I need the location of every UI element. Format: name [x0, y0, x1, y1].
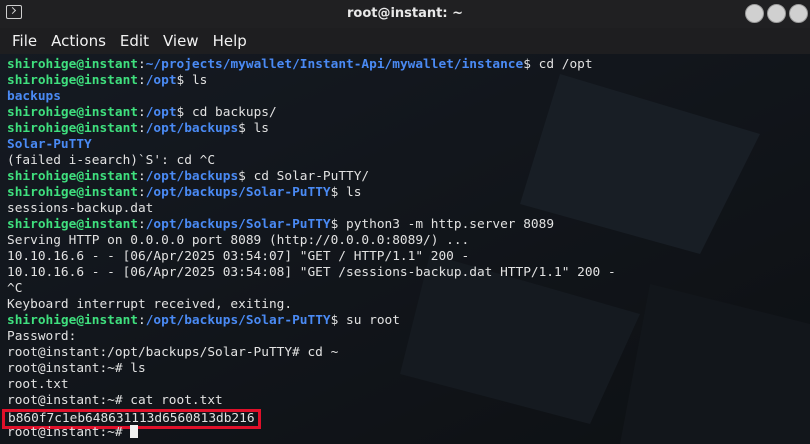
terminal-line: 10.10.16.6 - - [06/Apr/2025 03:54:08] "G…	[7, 265, 810, 281]
output-text: (failed i-search)`S': cd ^C	[7, 153, 216, 168]
terminal-line: Password:	[7, 329, 810, 345]
directory-entry: backups	[7, 89, 61, 104]
text-cursor	[130, 425, 139, 438]
terminal-line: shirohige@instant:/opt$ ls	[7, 73, 810, 89]
command-text: $ ls	[330, 185, 362, 200]
command-text: $ python3 -m http.server 8089	[330, 217, 555, 232]
prompt-user: shirohige@instant	[7, 313, 138, 328]
prompt-separator: :	[137, 57, 146, 72]
terminal-line: backups	[7, 89, 810, 105]
flag-text: b860f7c1eb648631113d6560813db216	[8, 411, 255, 426]
terminal-line: root.txt	[7, 377, 810, 393]
prompt-separator: :	[137, 105, 146, 120]
terminal-line: shirohige@instant:/opt/backups/Solar-PuT…	[7, 217, 810, 233]
prompt-path: /opt	[145, 105, 177, 120]
output-text: ^C	[7, 281, 23, 296]
terminal-line: (failed i-search)`S': cd ^C	[7, 153, 810, 169]
output-text: root@instant:/opt/backups/Solar-PuTTY# c…	[7, 345, 339, 360]
prompt-separator: :	[137, 217, 146, 232]
directory-entry: Solar-PuTTY	[7, 137, 92, 152]
terminal-line: shirohige@instant:/opt$ cd backups/	[7, 105, 810, 121]
command-text: $ cd Solar-PuTTY/	[238, 169, 370, 184]
terminal-line: Keyboard interrupt received, exiting.	[7, 297, 810, 313]
output-text: Serving HTTP on 0.0.0.0 port 8089 (http:…	[7, 233, 470, 248]
menu-view[interactable]: View	[156, 32, 206, 50]
terminal-line: root@instant:~# cat root.txt	[7, 393, 810, 409]
terminal-line: root@instant:/opt/backups/Solar-PuTTY# c…	[7, 345, 810, 361]
title-bar: root@instant: ~	[0, 0, 810, 29]
terminal-line: Serving HTTP on 0.0.0.0 port 8089 (http:…	[7, 233, 810, 249]
terminal-lines: shirohige@instant:~/projects/mywallet/In…	[2, 57, 810, 441]
prompt-user: shirohige@instant	[7, 105, 138, 120]
prompt-path: /opt/backups/Solar-PuTTY	[145, 185, 331, 200]
terminal-output[interactable]: shirohige@instant:~/projects/mywallet/In…	[0, 54, 810, 444]
prompt-path: /opt/backups/Solar-PuTTY	[145, 217, 331, 232]
terminal-line: sessions-backup.dat	[7, 201, 810, 217]
prompt-path: /opt/backups/Solar-PuTTY	[145, 313, 331, 328]
prompt-separator: :	[137, 185, 146, 200]
terminal-line: root@instant:~#	[7, 425, 810, 441]
prompt-path: /opt/backups	[145, 121, 239, 136]
command-text: $ ls	[238, 121, 269, 136]
output-text: Password:	[7, 329, 77, 344]
menu-edit[interactable]: Edit	[113, 32, 156, 50]
prompt-separator: :	[137, 169, 146, 184]
menu-bar: File Actions Edit View Help	[0, 28, 810, 54]
maximize-button[interactable]	[767, 4, 786, 23]
prompt-separator: :	[137, 121, 146, 136]
terminal-line: shirohige@instant:/opt/backups/Solar-PuT…	[7, 185, 810, 201]
menu-actions[interactable]: Actions	[44, 32, 113, 50]
terminal-line: shirohige@instant:/opt/backups$ ls	[7, 121, 810, 137]
prompt-user: shirohige@instant	[7, 121, 138, 136]
terminal-line: b860f7c1eb648631113d6560813db216	[2, 409, 810, 429]
window-title: root@instant: ~	[346, 6, 463, 21]
terminal-line: ^C	[7, 281, 810, 297]
command-text: $ ls	[176, 73, 208, 88]
output-text: root.txt	[7, 377, 69, 392]
command-text: $ cd backups/	[176, 105, 277, 120]
terminal-line: shirohige@instant:~/projects/mywallet/In…	[7, 57, 810, 73]
terminal-line: 10.10.16.6 - - [06/Apr/2025 03:54:07] "G…	[7, 249, 810, 265]
prompt-path: /opt/backups	[145, 169, 239, 184]
command-text: $ su root	[330, 313, 400, 328]
output-text: 10.10.16.6 - - [06/Apr/2025 03:54:07] "G…	[7, 249, 470, 264]
prompt-user: shirohige@instant	[7, 169, 138, 184]
menu-help[interactable]: Help	[206, 32, 254, 50]
root-prompt: root@instant:~#	[7, 425, 131, 440]
terminal-line: Solar-PuTTY	[7, 137, 810, 153]
prompt-user: shirohige@instant	[7, 73, 138, 88]
prompt-user: shirohige@instant	[7, 217, 138, 232]
prompt-user: shirohige@instant	[7, 185, 138, 200]
output-text: Keyboard interrupt received, exiting.	[7, 297, 293, 312]
output-text: root@instant:~# cat root.txt	[7, 393, 223, 408]
minimize-button[interactable]	[745, 4, 764, 23]
terminal-line: shirohige@instant:/opt/backups/Solar-PuT…	[7, 313, 810, 329]
output-text: sessions-backup.dat	[7, 201, 154, 216]
prompt-user: shirohige@instant	[7, 57, 138, 72]
terminal-line: root@instant:~# ls	[7, 361, 810, 377]
terminal-line: shirohige@instant:/opt/backups$ cd Solar…	[7, 169, 810, 185]
output-text: root@instant:~# ls	[7, 361, 146, 376]
menu-file[interactable]: File	[5, 32, 44, 50]
output-text: 10.10.16.6 - - [06/Apr/2025 03:54:08] "G…	[7, 265, 616, 280]
prompt-separator: :	[137, 73, 146, 88]
prompt-separator: :	[137, 313, 146, 328]
command-text: $ cd /opt	[523, 57, 593, 72]
prompt-path: /opt	[145, 73, 177, 88]
prompt-path: ~/projects/mywallet/Instant-Api/mywallet…	[145, 57, 524, 72]
window-controls	[745, 4, 808, 23]
close-button[interactable]	[789, 4, 808, 23]
